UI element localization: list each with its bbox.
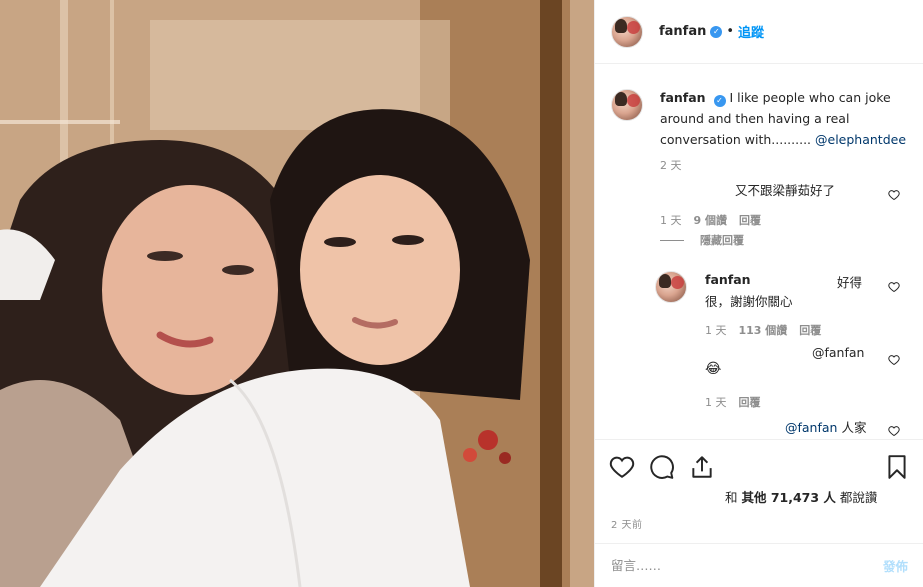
heart-icon[interactable] — [888, 354, 900, 366]
likes-prefix: 和 — [725, 490, 742, 505]
reply-mention[interactable]: @fanfan — [812, 345, 864, 360]
bookmark-icon[interactable] — [884, 454, 910, 480]
reply-emoji: 😂 — [705, 361, 722, 377]
post-comment-button[interactable]: 發佈 — [883, 556, 908, 575]
reply-username[interactable]: fanfan — [705, 272, 751, 287]
comment-form: 發佈 — [595, 543, 923, 587]
verified-badge-icon: ✓ — [713, 95, 726, 107]
reply-time[interactable]: 1 天 — [705, 324, 727, 337]
reply-reply-button[interactable]: 回覆 — [799, 324, 821, 337]
reply-avatar[interactable] — [655, 271, 687, 303]
reply-reply-button[interactable]: 回覆 — [739, 396, 761, 409]
caption-mention[interactable]: @elephantdee — [815, 132, 906, 147]
share-icon[interactable] — [689, 454, 715, 480]
reply-time[interactable]: 1 天 — [705, 396, 727, 409]
heart-icon[interactable] — [609, 454, 635, 480]
post-sidebar: fanfan ✓ • 追蹤 fanfan ✓ I like people who… — [594, 0, 923, 587]
photo-illustration — [0, 0, 594, 587]
comments-list[interactable]: fanfan ✓ I like people who can joke arou… — [595, 65, 923, 439]
reply-body: 人家 — [837, 420, 867, 435]
comment-likes[interactable]: 9 個讚 — [694, 214, 727, 227]
header-avatar[interactable] — [611, 15, 643, 48]
reply-text-line2: 很，謝謝你關心 — [705, 294, 793, 309]
instagram-post: fanfan ✓ • 追蹤 fanfan ✓ I like people who… — [0, 0, 923, 587]
comment-text: 又不跟梁靜茹好了 — [735, 183, 836, 198]
reply-likes[interactable]: 113 個讚 — [739, 324, 788, 337]
caption-username[interactable]: fanfan — [660, 90, 706, 105]
header-separator: • — [726, 24, 735, 39]
hide-replies-line — [660, 239, 684, 241]
comment-reply-button[interactable]: 回覆 — [739, 214, 761, 227]
comment-icon[interactable] — [649, 454, 675, 480]
likes-summary: 和 其他 71,473 人 都說讚 — [725, 487, 877, 506]
header-username[interactable]: fanfan — [659, 24, 706, 39]
caption-avatar[interactable] — [611, 89, 643, 121]
hide-replies-label: 隱藏回覆 — [700, 234, 744, 247]
reply-text-line1: 好得 — [837, 275, 863, 290]
post-header: fanfan ✓ • 追蹤 — [595, 0, 923, 64]
reply-mention[interactable]: @fanfan — [785, 420, 837, 435]
likes-suffix: 都說讚 — [835, 490, 878, 505]
heart-icon[interactable] — [888, 425, 900, 437]
heart-icon[interactable] — [888, 281, 900, 293]
reply-meta: 1 天 113 個讚 回覆 — [705, 322, 821, 338]
caption-text: fanfan ✓ I like people who can joke arou… — [660, 87, 910, 150]
likes-others[interactable]: 其他 71,473 人 — [741, 490, 835, 505]
caption-time[interactable]: 2 天 — [660, 157, 682, 173]
verified-badge-icon: ✓ — [710, 25, 723, 38]
hide-replies-button[interactable]: 隱藏回覆 — [660, 232, 744, 248]
follow-button[interactable]: 追蹤 — [738, 22, 764, 41]
post-timestamp[interactable]: 2 天前 — [611, 516, 643, 531]
comment-time[interactable]: 1 天 — [660, 214, 682, 227]
reply-meta: 1 天回覆 — [705, 394, 761, 410]
action-bar — [595, 439, 923, 493]
comment-input[interactable] — [611, 558, 883, 573]
heart-icon[interactable] — [888, 189, 900, 201]
post-photo[interactable] — [0, 0, 594, 587]
reply-text: @fanfan 人家 — [785, 417, 866, 436]
comment-meta: 1 天 9 個讚 回覆 — [660, 212, 761, 228]
